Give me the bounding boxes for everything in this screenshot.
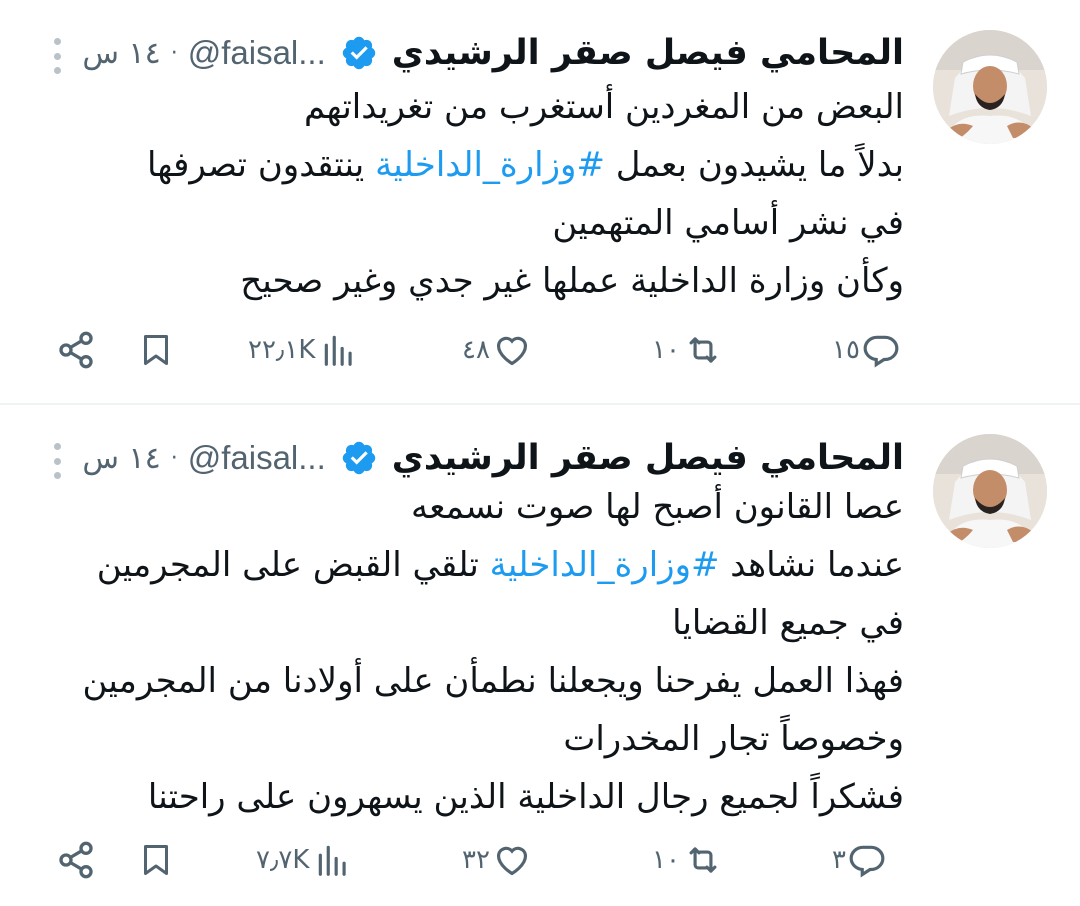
views-bar-chart-icon	[319, 845, 347, 876]
reply-count: ٣	[832, 845, 846, 875]
reply-count: ١٥	[832, 335, 860, 365]
more-vertical-icon[interactable]	[50, 443, 64, 479]
reply-button[interactable]: ٣	[832, 840, 886, 880]
handle-time-group: ١٤ س · @faisal...	[82, 34, 325, 72]
retweet-icon	[689, 337, 717, 363]
tweet-actions: ٣ ١٠ ٣٢ ٧٫٧K	[0, 830, 1080, 890]
like-count: ٤٨	[462, 335, 490, 365]
tweet-line: في جميع القضايا	[672, 603, 904, 643]
avatar-photo	[933, 434, 1047, 548]
author-name[interactable]: المحامي فيصل صقر الرشيدي	[392, 33, 904, 73]
like-button[interactable]: ٣٢	[462, 840, 532, 880]
tweet-header: المحامي فيصل صقر الرشيدي ١٤ س · @faisal.…	[82, 26, 904, 80]
views-count: ٢٢٫١K	[248, 335, 316, 365]
verified-badge-icon	[340, 34, 378, 72]
tweet-time[interactable]: ١٤ س	[82, 441, 160, 476]
verified-badge-icon	[340, 439, 378, 477]
author-handle[interactable]: @faisal...	[188, 34, 326, 72]
views-button[interactable]: ٢٢٫١K	[248, 330, 359, 370]
tweet-line: فشكراً لجميع رجال الداخلية الذين يسهرون …	[147, 777, 904, 817]
retweet-button[interactable]: ١٠	[652, 330, 724, 370]
retweet-count: ١٠	[652, 335, 680, 365]
bookmark-button[interactable]	[138, 840, 174, 880]
handle-time-group: ١٤ س · @faisal...	[82, 439, 325, 477]
avatar-photo	[933, 30, 1047, 144]
tweet-line: البعض من المغردين أستغرب من تغريداتهم	[304, 87, 904, 127]
tweet-line: عندما نشاهد #وزارة_الداخلية تلقي القبض ع…	[96, 545, 904, 585]
tweet-line: وخصوصاً تجار المخدرات	[563, 719, 904, 759]
views-count: ٧٫٧K	[256, 845, 310, 875]
retweet-icon	[689, 847, 717, 873]
author-name[interactable]: المحامي فيصل صقر الرشيدي	[392, 438, 904, 478]
share-icon	[59, 841, 93, 879]
separator-dot: ·	[170, 40, 178, 66]
tweet-line: فهذا العمل يفرحنا ويجعلنا نطمأن على أولا…	[82, 661, 904, 701]
tweet-line: في نشر أسامي المتهمين	[552, 203, 904, 243]
tweet-text: عصا القانون أصبح لها صوت نسمعه عندما نشا…	[44, 478, 904, 826]
author-handle[interactable]: @faisal...	[188, 439, 326, 477]
like-heart-icon	[496, 846, 527, 876]
tweet-line: بدلاً ما يشيدون بعمل #وزارة_الداخلية ينت…	[147, 145, 904, 185]
retweet-count: ١٠	[652, 845, 680, 875]
like-heart-icon	[496, 336, 527, 366]
share-icon	[59, 331, 93, 369]
bookmark-button[interactable]	[138, 330, 174, 370]
reply-icon	[849, 845, 885, 878]
views-bar-chart-icon	[325, 335, 353, 366]
reply-icon	[863, 335, 899, 368]
tweet-header: المحامي فيصل صقر الرشيدي ١٤ س · @faisal.…	[82, 431, 904, 485]
share-button[interactable]	[56, 840, 96, 880]
bookmark-icon	[144, 845, 168, 875]
tweet-text: البعض من المغردين أستغرب من تغريداتهم بد…	[44, 78, 904, 310]
reply-button[interactable]: ١٥	[832, 330, 900, 370]
tweet[interactable]: المحامي فيصل صقر الرشيدي ١٤ س · @faisal.…	[0, 0, 1080, 405]
avatar[interactable]	[933, 434, 1047, 548]
separator-dot: ·	[170, 445, 178, 471]
views-button[interactable]: ٧٫٧K	[256, 840, 353, 880]
tweet-line: وكأن وزارة الداخلية عملها غير جدي وغير ص…	[240, 261, 904, 301]
more-vertical-icon[interactable]	[50, 38, 64, 74]
like-button[interactable]: ٤٨	[462, 330, 532, 370]
retweet-button[interactable]: ١٠	[652, 840, 724, 880]
tweet-time[interactable]: ١٤ س	[82, 36, 160, 71]
hashtag-link[interactable]: #وزارة_الداخلية	[490, 545, 720, 585]
hashtag-link[interactable]: #وزارة_الداخلية	[375, 145, 605, 185]
share-button[interactable]	[56, 330, 96, 370]
bookmark-icon	[144, 335, 168, 365]
tweet-actions: ١٥ ١٠ ٤٨ ٢٢٫١K	[0, 320, 1080, 380]
tweet-line: عصا القانون أصبح لها صوت نسمعه	[411, 487, 904, 527]
avatar[interactable]	[933, 30, 1047, 144]
like-count: ٣٢	[462, 845, 490, 875]
